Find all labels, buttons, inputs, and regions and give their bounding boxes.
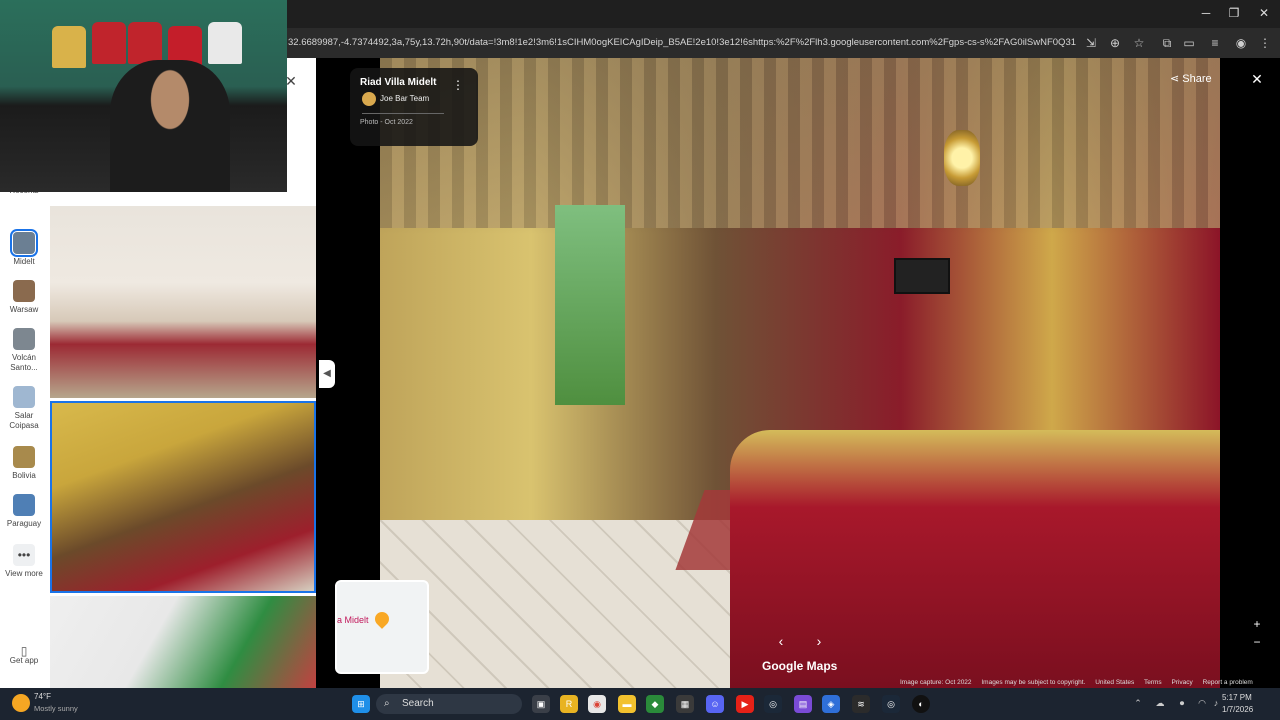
paraguay-thumbnail [13,494,35,516]
report-problem-link[interactable]: Report a problem [1203,679,1253,686]
rail-item-volcan-santo[interactable]: Volcán Santo... [4,328,44,373]
previous-photo-icon[interactable]: ‹ [772,632,790,650]
search-icon: ⌕ [384,698,390,709]
app-icon[interactable]: ▦ [676,695,694,713]
cloud-icon[interactable]: ☁ [1154,697,1166,709]
steam-icon[interactable]: ◎ [882,695,900,713]
app-icon[interactable]: ◈ [822,695,840,713]
bookmark-star-icon[interactable]: ☆ [1130,34,1148,52]
youtube-icon[interactable]: ▶ [736,695,754,713]
image-capture-date: Image capture: Oct 2022 [900,679,972,686]
weather-description[interactable]: Mostly sunny [34,704,78,713]
app-icon[interactable]: ◐ [912,695,930,713]
google-maps-logo: Google Maps [762,659,838,673]
jersey [92,22,126,64]
taskbar-search[interactable]: Search [376,694,522,714]
ceiling-pattern [380,58,1220,228]
windows-taskbar [0,688,1280,720]
person [110,60,230,192]
privacy-link[interactable]: Privacy [1171,679,1192,686]
rail-item-midelt[interactable]: Midelt [4,229,44,267]
jersey [52,26,86,68]
jersey [128,22,162,64]
map-pin-icon [372,609,392,629]
close-window-icon[interactable]: ✕ [1254,5,1274,21]
photo-thumbnail[interactable] [50,206,316,398]
author-name[interactable]: Joe Bar Team [380,94,429,103]
midelt-thumbnail [10,229,38,257]
volume-icon[interactable]: ♪ [1210,697,1222,709]
nvidia-icon[interactable]: ◆ [646,695,664,713]
rail-item-bolivia[interactable]: Bolivia [4,446,44,481]
weather-sun-icon[interactable] [12,694,30,712]
profile-icon[interactable]: ◉ [1232,34,1250,52]
clock-date[interactable]: 1/7/2026 [1222,705,1253,714]
rail-item-warsaw[interactable]: Warsaw [4,280,44,315]
start-windows-icon[interactable]: ⊞ [352,695,370,713]
warsaw-thumbnail [13,280,35,302]
author-avatar[interactable] [362,92,376,106]
rail-item-salar-coipasa[interactable]: Salar Coipasa [4,386,44,431]
zoom-out-icon[interactable]: − [1250,635,1264,649]
viewer-right-margin [1220,58,1280,688]
collapse-panel-icon[interactable]: ◀ [319,360,335,388]
jersey [208,22,242,64]
bolivia-thumbnail [13,446,35,468]
side-panel-icon[interactable]: ▭ [1180,34,1198,52]
media-icon[interactable]: ≡ [1206,34,1224,52]
discord-icon[interactable]: ☺ [706,695,724,713]
photo-thumbnail[interactable] [50,596,316,688]
copyright-notice: Images may be subject to copyright. [981,679,1086,686]
extensions-icon[interactable]: ⧉ [1158,34,1176,52]
more-options-icon[interactable]: ⋮ [452,78,464,92]
tray-overflow-icon[interactable]: ⌃ [1132,697,1144,709]
volcan-thumbnail [13,328,35,350]
wifi-icon[interactable]: ◠ [1196,697,1208,709]
lantern [944,130,980,186]
rail-item-get-app[interactable]: ▯ Get app [4,644,44,666]
share-icon: ⋖ [1170,73,1183,85]
webcam-overlay [0,0,287,192]
phone-icon: ▯ [20,644,28,658]
rail-item-view-more[interactable]: ••• View more [4,544,44,579]
app-icon[interactable]: ≋ [852,695,870,713]
app-r-icon[interactable]: R [560,695,578,713]
file-explorer-icon[interactable]: ▬ [618,695,636,713]
photo-date: Photo - Oct 2022 [360,119,413,126]
app-icon[interactable]: ▤ [794,695,812,713]
divider [362,113,444,114]
television [894,258,950,294]
mini-map[interactable]: a Midelt [335,580,429,674]
microphone-icon[interactable]: ⏺ [1176,697,1188,709]
close-viewer-icon[interactable]: ✕ [1248,70,1266,88]
address-bar[interactable]: 32.6689987,-4.7374492,3a,75y,13.72h,90t/… [288,33,1076,53]
zoom-icon[interactable]: ⊕ [1106,34,1124,52]
zoom-in-icon[interactable]: + [1250,617,1264,631]
restore-icon[interactable]: ❐ [1224,5,1244,21]
region-link[interactable]: United States [1095,679,1134,686]
task-view-icon[interactable]: ▣ [532,695,550,713]
photo-info-card: Riad Villa Midelt ⋮ Joe Bar Team Photo -… [350,68,478,146]
more-dots-icon: ••• [13,544,35,566]
minimap-label: a Midelt [337,615,369,625]
next-photo-icon[interactable]: › [810,632,828,650]
chrome-icon[interactable]: ◉ [588,695,606,713]
red-sofa [730,430,1220,688]
share-button[interactable]: ⋖ Share [1170,68,1226,90]
clock-time[interactable]: 5:17 PM [1222,693,1252,702]
photo-thumbnail-selected[interactable] [50,401,316,593]
browser-menu-icon[interactable]: ⋮ [1256,34,1274,52]
rail-item-paraguay[interactable]: Paraguay [4,494,44,529]
minimize-icon[interactable]: ─ [1196,5,1216,21]
weather-temperature[interactable]: 74°F [34,692,51,701]
steam-icon[interactable]: ◎ [764,695,782,713]
terms-link[interactable]: Terms [1144,679,1162,686]
doorway [555,205,625,405]
salar-thumbnail [13,386,35,408]
install-app-icon[interactable]: ⇲ [1082,34,1100,52]
